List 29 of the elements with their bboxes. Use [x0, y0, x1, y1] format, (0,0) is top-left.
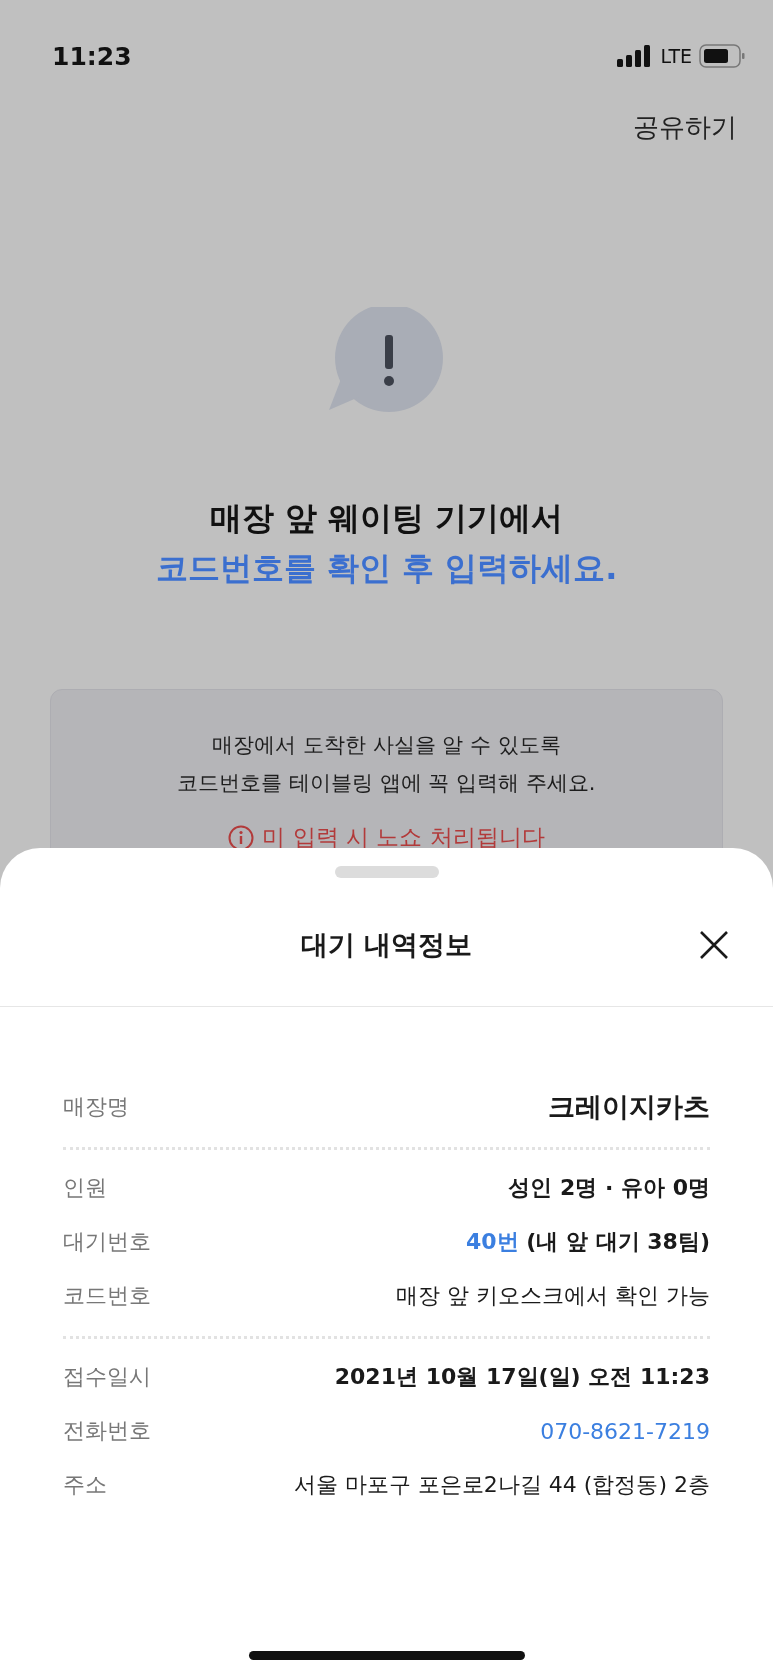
warning-text: 미 입력 시 노쇼 처리됩니다	[262, 823, 545, 852]
info-label: 인원	[63, 1174, 107, 1202]
info-value: 성인 2명 · 유아 0명	[508, 1174, 710, 1202]
network-label: LTE	[660, 45, 692, 67]
sheet-title: 대기 내역정보	[300, 928, 473, 962]
info-label: 대기번호	[63, 1228, 151, 1256]
notice-text: 매장에서 도착한 사실을 알 수 있도록	[212, 732, 561, 759]
info-value: 서울 마포구 포은로2나길 44 (합정동) 2층	[293, 1471, 710, 1499]
info-value: 40번 (내 앞 대기 38팀)	[466, 1228, 710, 1256]
info-icon	[228, 824, 255, 851]
alert-bubble-icon	[328, 307, 445, 413]
info-label: 코드번호	[63, 1282, 151, 1310]
info-label: 접수일시	[63, 1363, 151, 1391]
status-time: 11:23	[52, 41, 132, 71]
heading-highlight: 코드번호를 확인 후 입력하세요.	[154, 548, 619, 589]
info-value: 매장 앞 키오스크에서 확인 가능	[396, 1282, 710, 1310]
info-label: 전화번호	[63, 1417, 151, 1445]
info-value: 크레이지카츠	[548, 1090, 710, 1124]
share-button[interactable]: 공유하기	[633, 110, 737, 145]
drag-handle[interactable]	[334, 866, 439, 878]
close-button[interactable]	[699, 930, 729, 960]
info-value: 2021년 10월 17일(일) 오전 11:23	[334, 1363, 710, 1391]
close-icon	[699, 930, 729, 960]
info-label: 매장명	[63, 1093, 129, 1121]
notice-text: 코드번호를 테이블링 앱에 꼭 입력해 주세요.	[177, 770, 596, 797]
battery-icon	[699, 44, 745, 68]
info-label: 주소	[63, 1471, 107, 1499]
heading-text: 매장 앞 웨이팅 기기에서	[208, 498, 565, 539]
phone-link[interactable]: 070-8621-7219	[540, 1418, 710, 1444]
